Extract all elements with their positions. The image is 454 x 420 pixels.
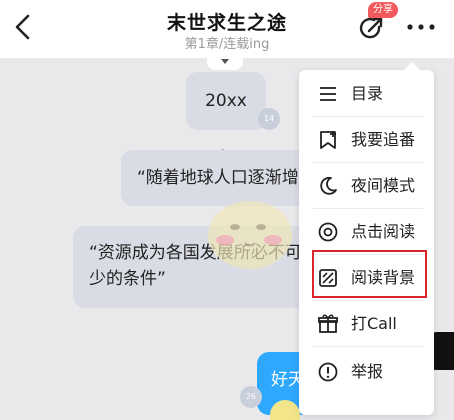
comment-count-badge[interactable]: 14 [258,108,280,130]
more-options-menu: 目录 我要追番 夜间模式 点击阅读 阅读背景 打Call 举报 [299,62,434,415]
share-icon[interactable] [357,14,387,44]
menu-item-label: 我要追番 [351,130,416,149]
report-icon [318,362,338,382]
share-badge: 分享 [368,2,398,18]
menu-item-night-mode[interactable]: 夜间模式 [299,163,434,209]
message-bubble[interactable]: 20xx年 [186,72,266,169]
menu-item-report[interactable]: 举报 [299,349,434,395]
bookmark-add-icon [320,131,336,149]
menu-item-label: 夜间模式 [351,176,416,195]
more-options-icon[interactable] [406,20,436,34]
comment-count-badge[interactable]: 26 [240,386,262,408]
menu-item-call[interactable]: 打Call [299,301,434,347]
menu-item-label: 举报 [351,362,384,381]
menu-item-contents[interactable]: 目录 [299,71,434,117]
menu-item-label: 目录 [351,84,384,103]
mascot-watermark-icon [208,201,292,269]
menu-item-tap-read[interactable]: 点击阅读 [299,209,434,255]
highlight-box [312,250,427,298]
scroll-indicator[interactable] [207,56,243,70]
menu-item-label: 点击阅读 [351,222,416,241]
top-bar: 末世求生之途 第1章/连载ing 分享 [0,0,454,58]
moon-icon [320,176,337,195]
menu-item-follow[interactable]: 我要追番 [299,117,434,163]
list-icon [320,87,336,101]
gift-icon [318,314,338,333]
menu-item-label: 打Call [351,314,397,333]
divider [313,346,423,347]
tap-read-icon [318,222,338,242]
